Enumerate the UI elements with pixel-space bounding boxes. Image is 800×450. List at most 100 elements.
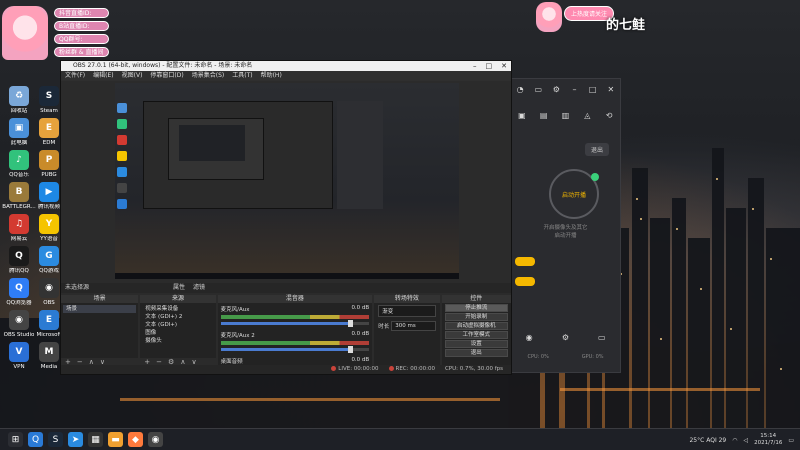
bell-icon[interactable]: ◔ — [515, 85, 525, 95]
channel-db: 0.0 dB — [351, 305, 370, 311]
properties-button[interactable]: 属性 — [173, 283, 185, 293]
scene-item[interactable]: 场景 — [63, 305, 137, 313]
yellow-pill-button[interactable] — [515, 257, 535, 266]
mixer-title: 混音器 — [217, 295, 373, 303]
volume-icon[interactable]: ◁ — [744, 437, 749, 444]
transitions-dock: 转场特效 渐变 时长 300 ms — [374, 295, 440, 367]
app-icon: Q — [9, 278, 29, 298]
wifi-icon[interactable]: ◠ — [732, 437, 737, 444]
exit-button[interactable]: 退出 — [444, 349, 508, 357]
duration-input[interactable]: 300 ms — [391, 321, 436, 331]
share-icon[interactable]: ⟲ — [604, 111, 614, 121]
desktop-icon[interactable]: ◉ OBS Studio — [2, 310, 36, 338]
close-icon[interactable]: ✕ — [606, 85, 616, 95]
filters-button[interactable]: 滤镜 — [193, 283, 205, 293]
notify-icon[interactable]: ◬ — [582, 111, 592, 121]
desktop-icon[interactable]: ♪ QQ音乐 — [2, 150, 36, 178]
status-dot — [591, 173, 599, 181]
transition-select[interactable]: 渐变 — [378, 305, 436, 317]
minimize-button[interactable]: – — [473, 61, 477, 71]
desktop-icon[interactable]: ♫ 网易云 — [2, 214, 36, 242]
hint-text-2: 启动开播 — [554, 233, 577, 239]
app-icon: P — [39, 150, 59, 170]
maximize-button[interactable]: □ — [486, 61, 493, 71]
start-live-label: 启动开播 — [561, 191, 586, 199]
source-item[interactable]: 图像 — [142, 329, 213, 337]
menu-help[interactable]: 帮助(H) — [261, 71, 282, 81]
exit-button[interactable]: 退出 — [585, 143, 610, 156]
nested-obs-preview — [143, 101, 333, 209]
steam-icon[interactable]: S — [48, 432, 63, 447]
menu-docks[interactable]: 停靠窗口(D) — [150, 71, 183, 81]
app-icon: ♻ — [9, 86, 29, 106]
volume-slider[interactable] — [220, 320, 370, 327]
obs-taskbar-icon[interactable]: ◉ — [148, 432, 163, 447]
desktop-icon-label: QQ浏览器 — [6, 300, 32, 306]
menu-tools[interactable]: 工具(T) — [232, 71, 252, 81]
obs-preview[interactable] — [115, 83, 459, 279]
message-icon[interactable]: ▭ — [533, 85, 543, 95]
studio-mode-button[interactable]: 工作室模式 — [444, 331, 508, 339]
obs-titlebar[interactable]: OBS 27.0.1 (64-bit, windows) - 配置文件: 未命名… — [61, 61, 511, 71]
preview-taskbar — [115, 273, 459, 279]
settings-icon[interactable]: ⚙ — [560, 333, 570, 343]
app-icon: ◉ — [39, 278, 59, 298]
live-label: LIVE: — [338, 366, 353, 372]
desktop-icon[interactable]: Q 腾讯QQ — [2, 246, 36, 274]
name-sticker-overlay: 上热度请关注 的七鲑 — [530, 0, 670, 40]
desktop-icon[interactable]: Q QQ浏览器 — [2, 278, 36, 306]
folder-icon[interactable]: ▬ — [108, 432, 123, 447]
clock[interactable]: 15:14 2021/7/16 — [754, 433, 782, 447]
volume-meter — [220, 315, 370, 319]
stop-streaming-button[interactable]: 停止推流 — [444, 304, 508, 312]
close-button[interactable]: ✕ — [501, 61, 507, 71]
source-item[interactable]: 摄像头 — [142, 337, 213, 345]
notification-icon[interactable]: ▭ — [788, 437, 794, 444]
app-icon: S — [39, 86, 59, 106]
settings-button[interactable]: 设置 — [444, 340, 508, 348]
start-live-button[interactable]: 启动开播 — [549, 169, 599, 219]
telegram-icon[interactable]: ➤ — [68, 432, 83, 447]
app-icon: B — [9, 182, 29, 202]
desktop-icon[interactable]: B BATTLEGR... — [2, 182, 36, 210]
volume-slider[interactable] — [220, 346, 370, 353]
menu-scene-collection[interactable]: 场景集合(S) — [192, 71, 225, 81]
browser-icon[interactable]: Q — [28, 432, 43, 447]
source-item[interactable]: 视频采集设备 — [142, 305, 213, 313]
weather-readout[interactable]: 25°C AQI 29 — [689, 437, 726, 444]
channel-name: 麦克风/Aux — [220, 307, 250, 313]
source-toolbar: 未选择源 属性 滤镜 — [61, 283, 511, 293]
maximize-icon[interactable]: □ — [588, 85, 598, 95]
desktop-icon-label: 网易云 — [10, 236, 28, 242]
virtual-camera-button[interactable]: 启动虚拟摄像机 — [444, 322, 508, 330]
windows-start-icon[interactable]: ⊞ — [8, 432, 23, 447]
start-recording-button[interactable]: 开始录制 — [444, 313, 508, 321]
menu-view[interactable]: 视图(V) — [122, 71, 143, 81]
desktop-icon[interactable]: ▣ 此电脑 — [2, 118, 36, 146]
desktop-icon[interactable]: ♻ 回收站 — [2, 86, 36, 114]
gpu-app-icon[interactable]: ▦ — [88, 432, 103, 447]
menu-file[interactable]: 文件(F) — [65, 71, 85, 81]
chart-icon[interactable]: ▥ — [560, 111, 570, 121]
minimize-icon[interactable]: – — [570, 85, 580, 95]
rec-dot-icon — [388, 366, 394, 371]
shop-icon[interactable]: ▤ — [539, 111, 549, 121]
yellow-pill-button[interactable] — [515, 277, 535, 286]
scenes-dock: 场景 场景 + − ∧ ∨ — [61, 295, 139, 367]
chat-icon[interactable]: ▭ — [597, 333, 607, 343]
eye-icon[interactable]: ◉ — [524, 333, 534, 343]
controls-title: 控件 — [441, 295, 511, 303]
shirt-icon[interactable]: ⚙ — [551, 85, 561, 95]
cpu-readout: CPU: 0% — [527, 354, 549, 360]
menu-edit[interactable]: 编辑(E) — [93, 71, 113, 81]
live-app-icon[interactable]: ◆ — [128, 432, 143, 447]
app-icon: ♫ — [9, 214, 29, 234]
desktop-icon[interactable]: V VPN — [2, 342, 36, 370]
source-item[interactable]: 文本 (GDI+) — [142, 321, 213, 329]
source-item[interactable]: 文本 (GDI+) 2 — [142, 313, 213, 321]
desktop-icon-label: BATTLEGR... — [2, 204, 36, 210]
obs-menubar: 文件(F) 编辑(E) 视图(V) 停靠窗口(D) 场景集合(S) 工具(T) … — [61, 71, 511, 81]
app-icon: ▶ — [39, 182, 59, 202]
gift-icon[interactable]: ▣ — [517, 111, 527, 121]
sources-title: 来源 — [140, 295, 216, 303]
